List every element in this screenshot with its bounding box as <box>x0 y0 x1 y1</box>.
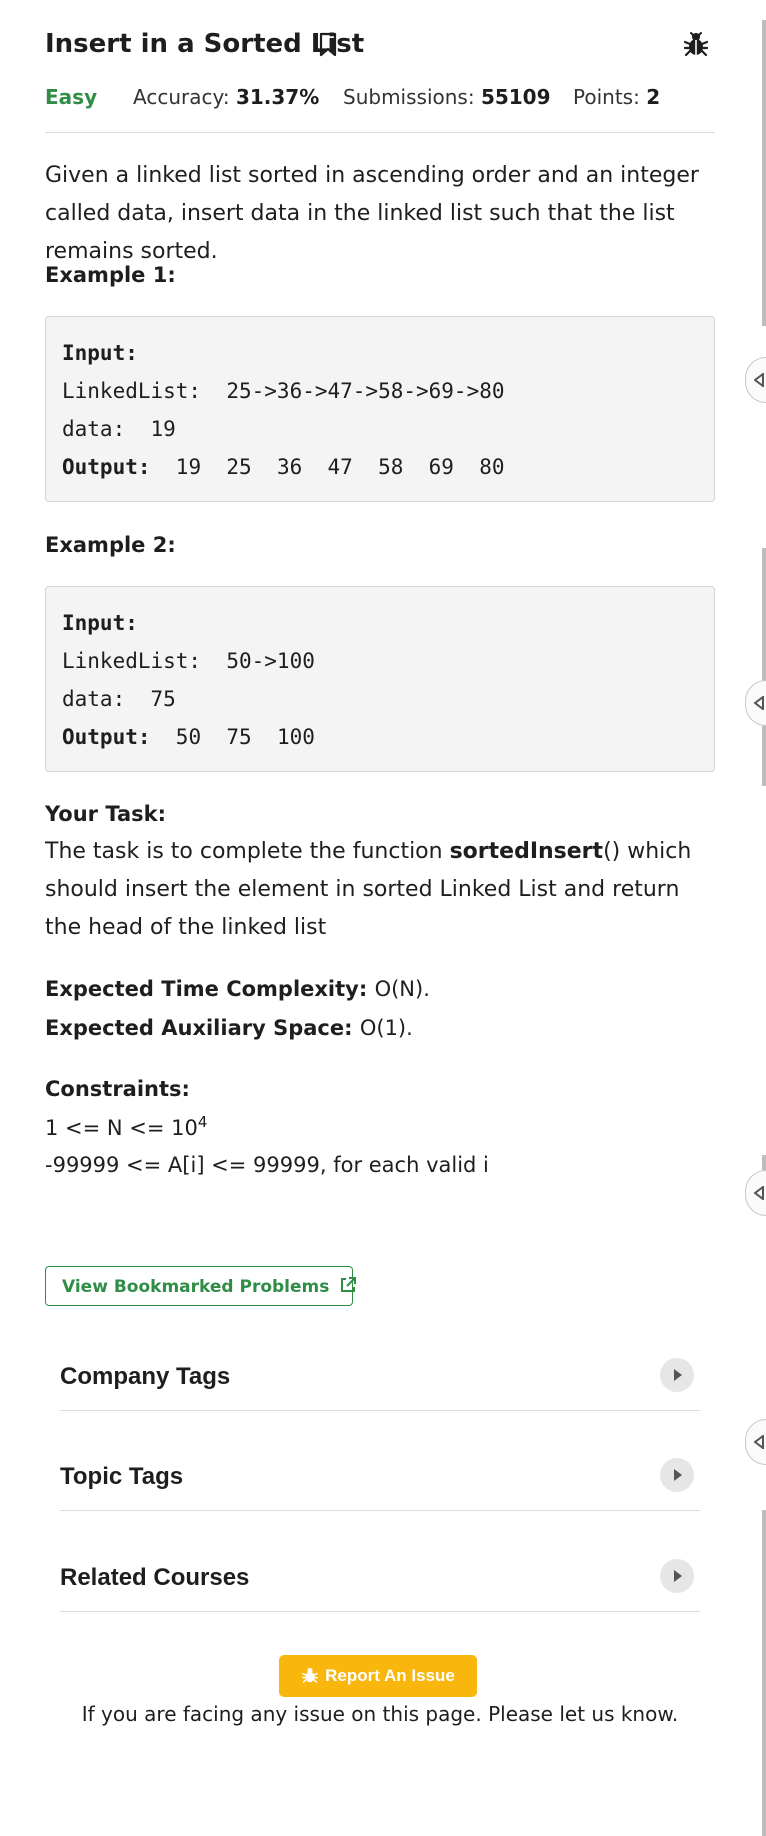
side-collapse-icon <box>754 373 764 387</box>
company-tags-accordion[interactable]: Company Tags <box>60 1340 700 1411</box>
side-collapse-icon <box>754 1186 764 1200</box>
side-collapse-tab[interactable] <box>745 357 766 403</box>
report-note: If you are facing any issue on this page… <box>81 1702 679 1726</box>
time-complexity: Expected Time Complexity: O(N). <box>45 977 430 1001</box>
function-name: sortedInsert <box>449 839 604 864</box>
bookmark-icon[interactable] <box>317 32 339 58</box>
side-collapse-icon <box>754 1435 764 1449</box>
related-courses-accordion[interactable]: Related Courses <box>60 1541 700 1612</box>
constraints-heading: Constraints: <box>45 1077 190 1101</box>
example-data-line: data: 75 <box>62 687 176 711</box>
side-collapse-tab[interactable] <box>745 1419 766 1465</box>
points-stat: Points: 2 <box>573 85 661 109</box>
topic-tags-accordion[interactable]: Topic Tags <box>60 1440 700 1511</box>
example-output-line: Output: 50 75 100 <box>62 725 315 749</box>
scrollbar-segment[interactable] <box>762 20 766 326</box>
example-1-heading: Example 1: <box>45 263 176 287</box>
constraint-line-1: 1 <= N <= 104 <box>45 1113 208 1141</box>
side-collapse-tab[interactable] <box>745 1170 766 1216</box>
chevron-right-icon <box>660 1358 694 1392</box>
header-divider <box>45 132 715 133</box>
scrollbar-segment[interactable] <box>762 1510 766 1836</box>
report-issue-button[interactable]: Report An Issue <box>279 1655 477 1697</box>
space-complexity: Expected Auxiliary Space: O(1). <box>45 1016 413 1040</box>
example-data-line: data: 19 <box>62 417 176 441</box>
side-collapse-tab[interactable] <box>745 680 766 726</box>
submissions-stat: Submissions: 55109 <box>343 85 551 109</box>
example-list-line: LinkedList: 25->36->47->58->69->80 <box>62 379 505 403</box>
example-input-label: Input: <box>62 611 138 635</box>
problem-description: Given a linked list sorted in ascending … <box>45 163 699 264</box>
task-description: The task is to complete the function sor… <box>45 839 692 940</box>
chevron-right-icon <box>660 1559 694 1593</box>
example-2-box: Input: LinkedList: 50->100 data: 75 Outp… <box>45 586 715 772</box>
task-heading: Your Task: <box>45 802 166 826</box>
external-link-icon <box>341 1277 357 1292</box>
example-list-line: LinkedList: 50->100 <box>62 649 315 673</box>
chevron-right-icon <box>660 1458 694 1492</box>
bug-icon[interactable] <box>682 30 710 58</box>
bug-icon <box>302 1667 318 1683</box>
example-2-heading: Example 2: <box>45 533 176 557</box>
accuracy-stat: Accuracy: 31.37% <box>133 85 320 109</box>
side-collapse-icon <box>754 696 764 710</box>
problem-meta: Easy Accuracy: 31.37% Submissions: 55109… <box>45 80 715 114</box>
example-1-box: Input: LinkedList: 25->36->47->58->69->8… <box>45 316 715 502</box>
scrollbar-segment[interactable] <box>762 548 766 786</box>
constraint-line-2: -99999 <= A[i] <= 99999, for each valid … <box>45 1153 489 1177</box>
example-input-label: Input: <box>62 341 138 365</box>
view-bookmarked-problems-button[interactable]: View Bookmarked Problems <box>45 1266 357 1306</box>
example-output-line: Output: 19 25 36 47 58 69 80 <box>62 455 505 479</box>
difficulty-badge: Easy <box>45 85 98 109</box>
title-row: Insert in a Sorted List <box>45 24 715 64</box>
